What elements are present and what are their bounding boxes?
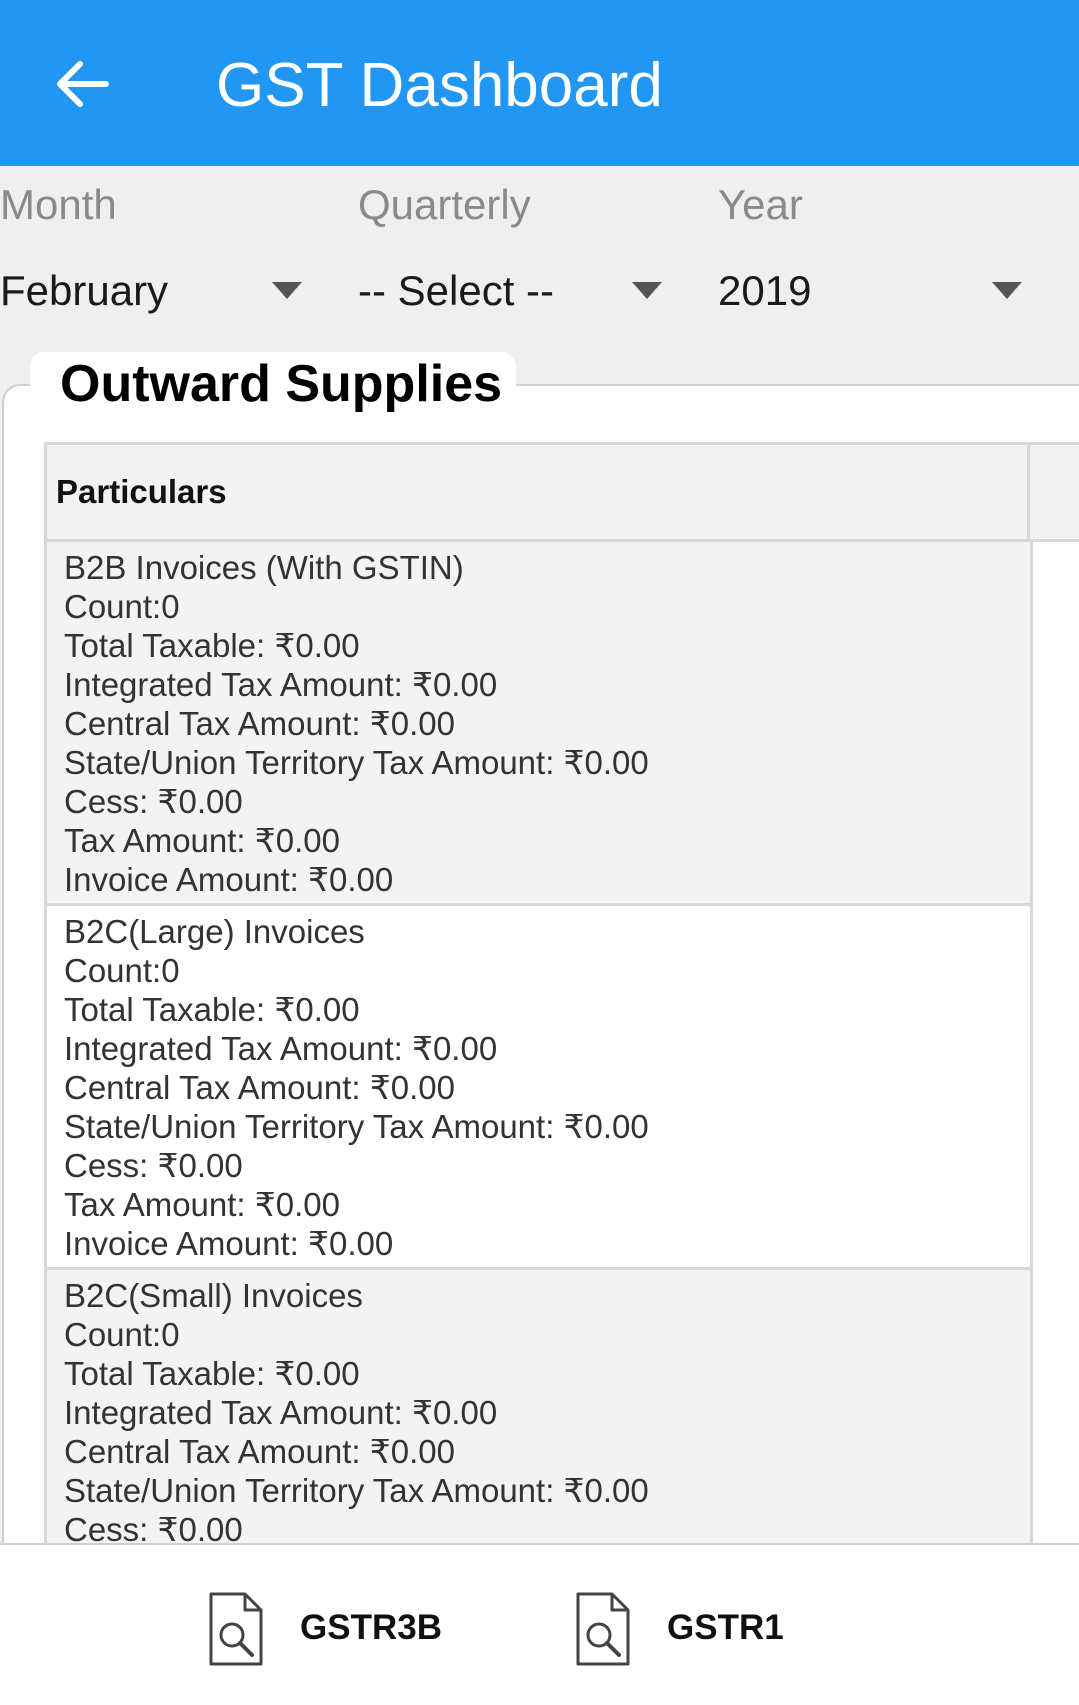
month-dropdown[interactable]: Month February bbox=[0, 166, 330, 346]
row-state-tax: State/Union Territory Tax Amount: ₹0.00 bbox=[64, 1472, 649, 1509]
row-tax-amount: Tax Amount: ₹0.00 bbox=[64, 822, 340, 859]
row-name: B2C(Small) Invoices bbox=[64, 1277, 363, 1314]
month-value[interactable]: February bbox=[0, 266, 168, 316]
row-total-taxable: Total Taxable: ₹0.00 bbox=[64, 1355, 360, 1392]
row-cess: Cess: ₹0.00 bbox=[64, 1147, 243, 1184]
gstr1-label: GSTR1 bbox=[667, 1608, 784, 1647]
row-name: B2C(Large) Invoices bbox=[64, 913, 365, 950]
table-row-b2c-large[interactable]: B2C(Large) Invoices Count:0 Total Taxabl… bbox=[47, 906, 1033, 1270]
page-title: GST Dashboard bbox=[216, 51, 663, 120]
quarterly-value[interactable]: -- Select -- bbox=[358, 266, 554, 316]
row-tax-amount: Tax Amount: ₹0.00 bbox=[64, 1186, 340, 1223]
row-cess: Cess: ₹0.00 bbox=[64, 783, 243, 820]
table-header-extra bbox=[1030, 445, 1079, 539]
quarterly-dropdown[interactable]: Quarterly -- Select -- bbox=[358, 166, 688, 346]
month-chevron-down-icon[interactable] bbox=[272, 282, 302, 299]
app-bar: GST Dashboard bbox=[0, 0, 1079, 166]
gstr3b-label: GSTR3B bbox=[300, 1608, 442, 1647]
bottom-action-bar: GSTR3B GSTR1 bbox=[0, 1543, 1079, 1705]
quarterly-chevron-down-icon[interactable] bbox=[632, 282, 662, 299]
row-central-tax: Central Tax Amount: ₹0.00 bbox=[64, 1069, 455, 1106]
outward-supplies-title: Outward Supplies bbox=[60, 355, 503, 413]
year-label: Year bbox=[718, 181, 803, 228]
quarterly-label: Quarterly bbox=[358, 181, 531, 228]
row-invoice-amount: Invoice Amount: ₹0.00 bbox=[64, 1225, 394, 1262]
year-dropdown[interactable]: Year 2019 bbox=[718, 166, 1048, 346]
table-row-b2c-small[interactable]: B2C(Small) Invoices Count:0 Total Taxabl… bbox=[47, 1270, 1033, 1556]
outward-supplies-table: Particulars B2B Invoices (With GSTIN) Co… bbox=[44, 442, 1079, 1556]
year-value[interactable]: 2019 bbox=[718, 266, 811, 316]
document-search-icon bbox=[209, 1592, 263, 1666]
back-arrow-icon[interactable] bbox=[48, 48, 120, 120]
month-label: Month bbox=[0, 181, 117, 228]
row-count: Count:0 bbox=[64, 1316, 180, 1353]
year-chevron-down-icon[interactable] bbox=[992, 282, 1022, 299]
filter-bar: Month February Quarterly -- Select -- Ye… bbox=[0, 166, 1079, 346]
row-total-taxable: Total Taxable: ₹0.00 bbox=[64, 991, 360, 1028]
row-count: Count:0 bbox=[64, 952, 180, 989]
gstr3b-button[interactable]: GSTR3B bbox=[208, 1591, 448, 1671]
row-integrated-tax: Integrated Tax Amount: ₹0.00 bbox=[64, 1394, 498, 1431]
row-central-tax: Central Tax Amount: ₹0.00 bbox=[64, 1433, 455, 1470]
table-header: Particulars bbox=[47, 445, 1079, 542]
particulars-header: Particulars bbox=[47, 445, 1030, 539]
document-search-icon bbox=[576, 1592, 630, 1666]
row-integrated-tax: Integrated Tax Amount: ₹0.00 bbox=[64, 666, 498, 703]
row-total-taxable: Total Taxable: ₹0.00 bbox=[64, 627, 360, 664]
row-count: Count:0 bbox=[64, 588, 180, 625]
row-name: B2B Invoices (With GSTIN) bbox=[64, 549, 464, 586]
table-row-b2b[interactable]: B2B Invoices (With GSTIN) Count:0 Total … bbox=[47, 542, 1033, 906]
row-integrated-tax: Integrated Tax Amount: ₹0.00 bbox=[64, 1030, 498, 1067]
gstr1-button[interactable]: GSTR1 bbox=[575, 1591, 795, 1671]
row-state-tax: State/Union Territory Tax Amount: ₹0.00 bbox=[64, 744, 649, 781]
row-invoice-amount: Invoice Amount: ₹0.00 bbox=[64, 861, 394, 898]
row-central-tax: Central Tax Amount: ₹0.00 bbox=[64, 705, 455, 742]
row-state-tax: State/Union Territory Tax Amount: ₹0.00 bbox=[64, 1108, 649, 1145]
